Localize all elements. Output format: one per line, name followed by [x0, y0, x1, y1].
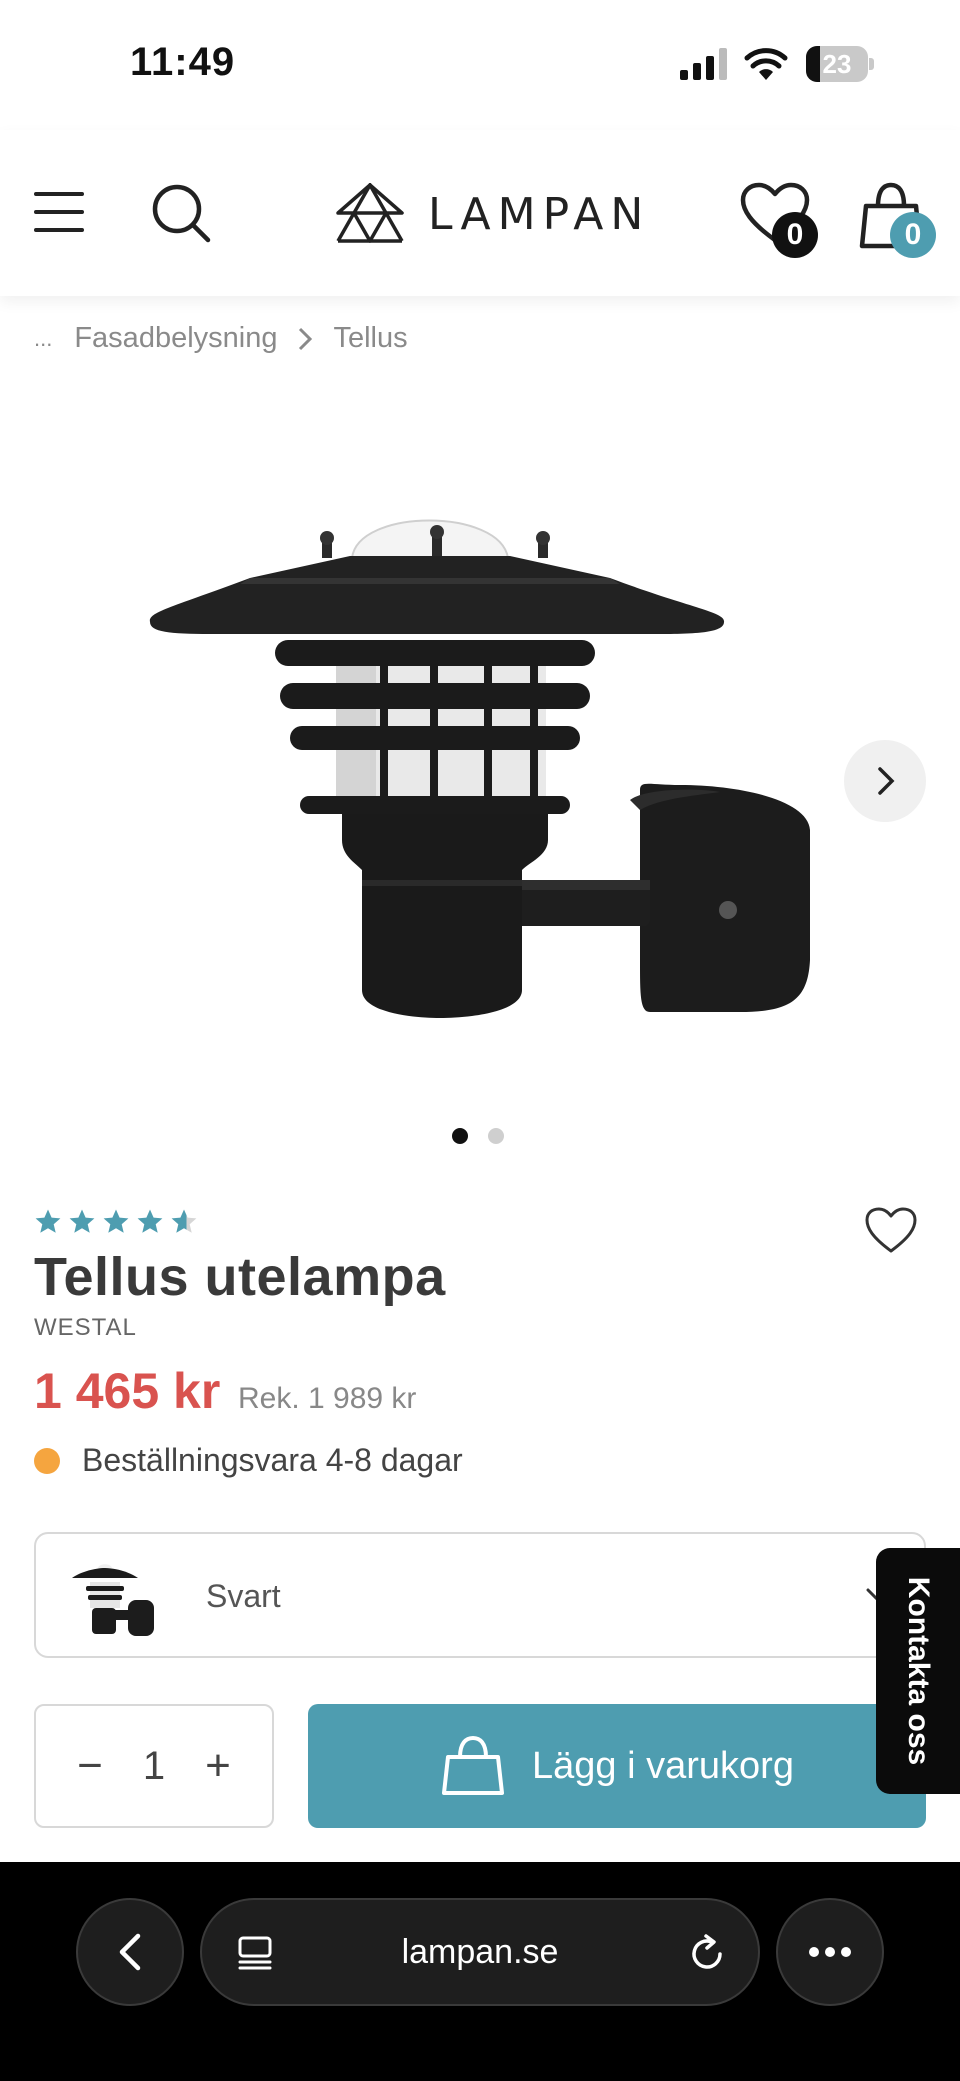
star-icon: [35, 1209, 61, 1233]
gallery-dot[interactable]: [488, 1128, 504, 1144]
wifi-icon: [744, 48, 788, 80]
cart-count-badge: 0: [890, 212, 936, 258]
stock-status-text: Beställningsvara 4-8 dagar: [82, 1442, 463, 1478]
site-header: LAMPAN 0 0: [0, 130, 960, 296]
logo-mark-icon: [336, 183, 404, 243]
browser-back-button[interactable]: [76, 1898, 184, 2006]
wishlist-count-badge: 0: [772, 212, 818, 258]
browser-toolbar: lampan.se: [0, 1862, 960, 2081]
site-logo[interactable]: LAMPAN: [334, 182, 650, 246]
search-icon[interactable]: [150, 182, 214, 246]
product-price: 1 465 kr: [34, 1363, 221, 1419]
star-icon: [69, 1209, 95, 1233]
reload-icon[interactable]: [686, 1932, 728, 1974]
product-image: [149, 519, 810, 1018]
quantity-decrease-button[interactable]: −: [70, 1741, 110, 1791]
breadcrumb: ... Fasadbelysning Tellus: [34, 322, 408, 355]
quantity-value[interactable]: 1: [143, 1744, 165, 1789]
battery-icon: 23: [806, 46, 874, 82]
address-bar-url: lampan.se: [401, 1933, 559, 1971]
chevron-left-icon: [119, 1933, 141, 1971]
quantity-stepper: − 1 +: [34, 1704, 274, 1828]
breadcrumb-ellipsis[interactable]: ...: [34, 326, 52, 352]
more-options-icon: [809, 1947, 851, 1957]
cellular-signal-icon: [680, 48, 727, 80]
browser-more-button[interactable]: [776, 1898, 884, 2006]
stock-status: Beställningsvara 4-8 dagar: [34, 1442, 463, 1479]
heart-icon: [865, 1207, 917, 1253]
status-bar: 11:49 23: [0, 0, 960, 130]
product-image-gallery[interactable]: [0, 400, 960, 1144]
logo-text: LAMPAN: [428, 188, 651, 240]
product-brand[interactable]: WESTAL: [34, 1314, 137, 1342]
chevron-right-icon: [299, 327, 313, 350]
add-to-wishlist-button[interactable]: [864, 1206, 918, 1256]
cart-button[interactable]: 0: [856, 182, 946, 262]
breadcrumb-item-fasadbelysning[interactable]: Fasadbelysning: [74, 322, 277, 355]
wishlist-button[interactable]: 0: [740, 182, 830, 262]
variant-thumbnail: [72, 1564, 154, 1636]
variant-label: Svart: [206, 1578, 281, 1614]
star-icon: [103, 1209, 129, 1233]
rating-stars[interactable]: [34, 1208, 204, 1236]
battery-percent: 23: [822, 49, 852, 79]
stock-status-dot: [34, 1447, 60, 1474]
star-icon: [171, 1209, 197, 1233]
recommended-price: Rek. 1 989 kr: [238, 1382, 417, 1415]
contact-us-label: Kontakta oss: [902, 1576, 935, 1766]
star-icon: [137, 1209, 163, 1233]
add-to-cart-button[interactable]: Lägg i varukorg: [308, 1704, 926, 1828]
status-time: 11:49: [130, 40, 236, 84]
product-title: Tellus utelampa: [34, 1247, 446, 1307]
contact-us-tab[interactable]: Kontakta oss: [876, 1548, 960, 1794]
breadcrumb-item-tellus[interactable]: Tellus: [333, 322, 407, 355]
gallery-next-button[interactable]: [844, 740, 926, 822]
chevron-right-icon: [878, 767, 895, 795]
quantity-increase-button[interactable]: +: [198, 1741, 238, 1791]
gallery-pagination: [452, 1128, 524, 1144]
address-bar[interactable]: lampan.se: [200, 1898, 760, 2006]
variant-select[interactable]: Svart: [34, 1532, 926, 1658]
shopping-bag-icon: [442, 1735, 505, 1795]
gallery-dot[interactable]: [452, 1128, 468, 1144]
menu-icon[interactable]: [34, 192, 84, 236]
add-to-cart-label: Lägg i varukorg: [532, 1744, 794, 1787]
